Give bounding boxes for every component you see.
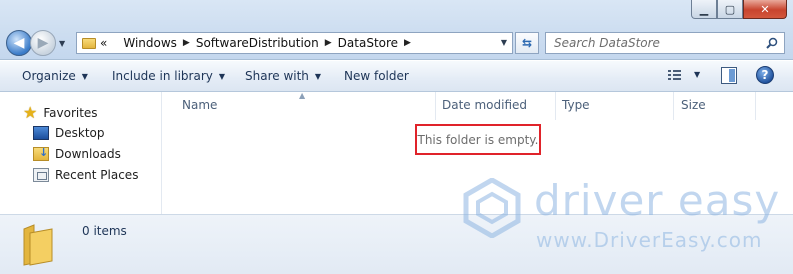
forward-button[interactable]: ▶ <box>30 30 56 56</box>
breadcrumb-overflow[interactable]: « <box>100 36 107 50</box>
column-divider[interactable] <box>673 92 674 120</box>
nav-favorites[interactable]: ★ Favorites <box>23 105 98 121</box>
include-in-library-button[interactable]: Include in library ▼ <box>112 69 225 83</box>
watermark-brand: driver easy <box>534 176 781 225</box>
column-header-size[interactable]: Size <box>681 98 706 112</box>
empty-folder-message: This folder is empty. <box>415 124 541 155</box>
chevron-down-icon: ▼ <box>314 71 322 81</box>
nav-item-recent-places[interactable]: Recent Places <box>33 168 138 182</box>
change-view-button[interactable]: ▼ <box>668 69 700 80</box>
column-divider[interactable] <box>755 92 756 120</box>
refresh-button[interactable]: ⇆ <box>515 32 539 54</box>
organize-label: Organize <box>22 69 76 83</box>
item-count: 0 items <box>82 224 127 238</box>
breadcrumb-separator-icon[interactable]: ▶ <box>183 38 190 48</box>
breadcrumb-separator-icon[interactable]: ▶ <box>325 38 332 48</box>
navigation-pane: ★ Favorites Desktop Downloads Recent Pla… <box>0 92 162 214</box>
breadcrumb-windows[interactable]: Windows <box>123 36 177 50</box>
preview-pane-icon[interactable] <box>721 67 737 84</box>
nav-item-label: Desktop <box>55 126 105 140</box>
breadcrumb-softwaredistribution[interactable]: SoftwareDistribution <box>196 36 319 50</box>
column-header-name[interactable]: Name <box>182 98 217 112</box>
column-divider[interactable] <box>555 92 556 120</box>
search-box[interactable] <box>545 32 785 54</box>
downloads-icon <box>33 146 49 161</box>
help-button[interactable]: ? <box>756 66 774 84</box>
address-dropdown-icon[interactable]: ▼ <box>501 38 507 47</box>
column-header-type[interactable]: Type <box>562 98 590 112</box>
breadcrumb-separator-icon[interactable]: ▶ <box>404 38 411 48</box>
star-icon: ★ <box>23 103 38 122</box>
chevron-down-icon[interactable]: ▼ <box>694 70 700 79</box>
recent-places-icon <box>33 168 49 182</box>
favorites-label: Favorites <box>43 106 98 120</box>
recent-pages-dropdown[interactable]: ▼ <box>59 38 69 48</box>
organize-button[interactable]: Organize ▼ <box>22 69 88 83</box>
nav-item-desktop[interactable]: Desktop <box>33 126 105 140</box>
minimize-button[interactable]: ▁ <box>691 0 717 19</box>
title-bar: ▁ ▢ ✕ ◀ ▶ ▼ « Windows ▶ SoftwareDistribu… <box>0 0 793 60</box>
driver-easy-logo-icon <box>463 178 521 238</box>
share-with-button[interactable]: Share with ▼ <box>245 69 321 83</box>
folder-icon <box>82 37 96 49</box>
maximize-button[interactable]: ▢ <box>717 0 743 19</box>
address-bar[interactable]: « Windows ▶ SoftwareDistribution ▶ DataS… <box>76 32 513 54</box>
close-button[interactable]: ✕ <box>743 0 787 19</box>
breadcrumb-datastore[interactable]: DataStore <box>338 36 398 50</box>
nav-item-downloads[interactable]: Downloads <box>33 146 121 161</box>
back-button[interactable]: ◀ <box>6 30 32 56</box>
sort-ascending-icon: ▲ <box>299 91 306 100</box>
desktop-icon <box>33 126 49 140</box>
chevron-down-icon: ▼ <box>218 71 226 81</box>
new-folder-button[interactable]: New folder <box>344 69 409 83</box>
search-input[interactable] <box>546 33 762 53</box>
view-details-icon <box>668 69 682 80</box>
column-header-date-modified[interactable]: Date modified <box>442 98 527 112</box>
watermark: driver easy www.DriverEasy.com <box>462 176 782 258</box>
column-divider[interactable] <box>435 92 436 120</box>
new-folder-label: New folder <box>344 69 409 83</box>
nav-item-label: Downloads <box>55 147 121 161</box>
folder-icon <box>23 224 53 266</box>
window-controls: ▁ ▢ ✕ <box>691 0 787 20</box>
watermark-url: www.DriverEasy.com <box>536 228 763 252</box>
nav-item-label: Recent Places <box>55 168 139 182</box>
breadcrumb: « Windows ▶ SoftwareDistribution ▶ DataS… <box>100 36 417 50</box>
command-bar: Organize ▼ Include in library ▼ Share wi… <box>0 61 793 92</box>
include-in-library-label: Include in library <box>112 69 213 83</box>
navigation-buttons: ◀ ▶ ▼ <box>6 30 69 56</box>
search-icon[interactable] <box>766 37 778 49</box>
chevron-down-icon: ▼ <box>81 71 88 81</box>
share-with-label: Share with <box>245 69 309 83</box>
